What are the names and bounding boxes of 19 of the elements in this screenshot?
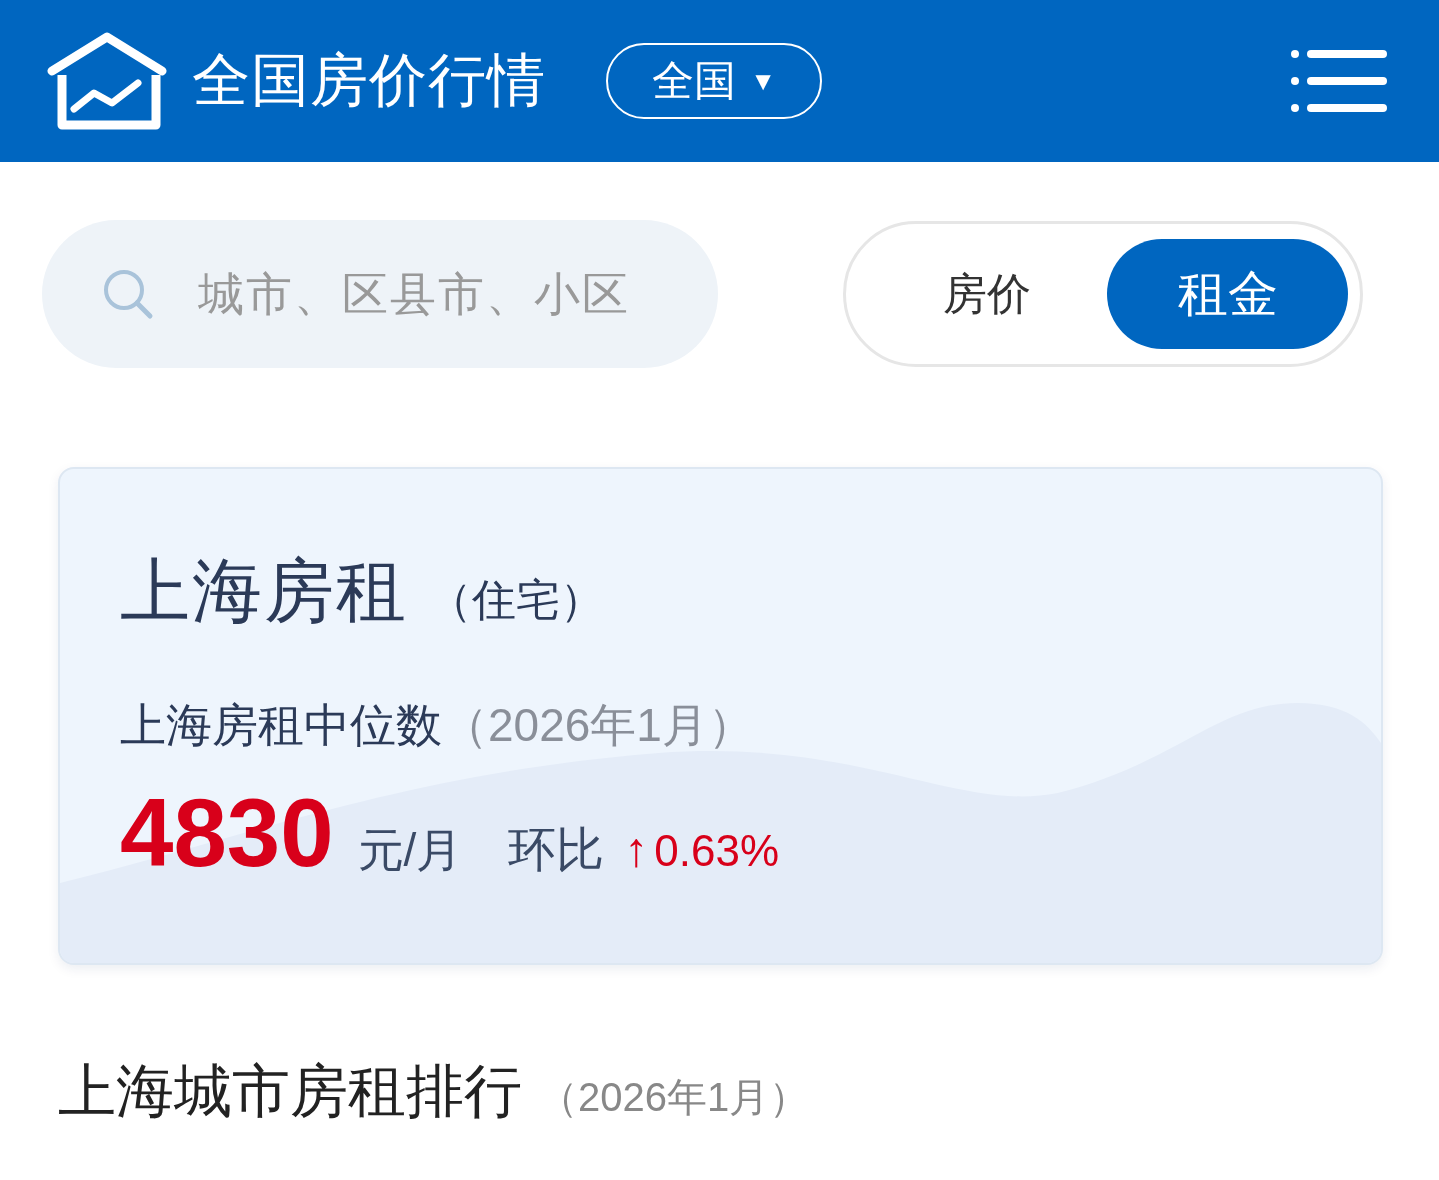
card-title: 上海房租 [120, 551, 408, 632]
rent-unit: 元/月 [357, 823, 463, 878]
search-field[interactable]: 城市、区县市、小区 [42, 220, 718, 368]
card-title-note: （住宅） [428, 574, 604, 626]
change-label: 环比 [508, 822, 605, 878]
section-period: （2026年1月） [538, 1074, 810, 1121]
change-value: 0.63% [654, 826, 780, 876]
search-icon [102, 268, 154, 320]
app-title: 全国房价行情 [192, 46, 546, 114]
section-title: 上海城市房租排行 [58, 1057, 522, 1125]
median-period: （2026年1月） [442, 698, 754, 753]
median-label: 上海房租中位数 [120, 698, 442, 753]
house-chart-icon [46, 31, 168, 131]
median-rent-value: 4830 [120, 785, 334, 881]
menu-icon[interactable] [1291, 49, 1387, 113]
region-dropdown[interactable]: 全国 ▼ [606, 43, 822, 119]
mode-tab[interactable]: 房价 [866, 239, 1107, 349]
mode-tab[interactable]: 租金 [1107, 239, 1348, 349]
up-arrow-icon: ↑ [624, 822, 649, 877]
